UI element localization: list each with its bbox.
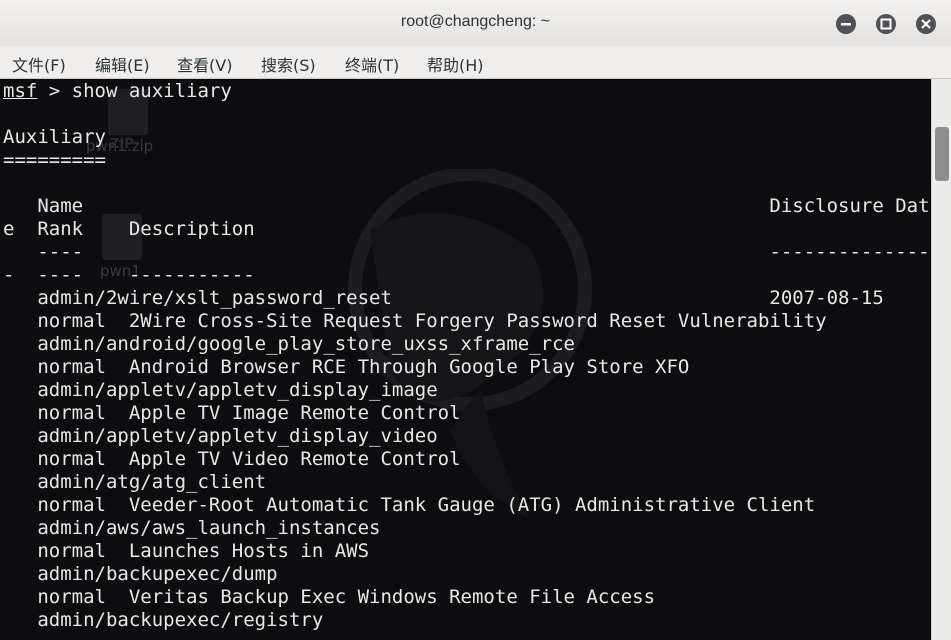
close-icon [921,19,931,29]
prompt: msf [3,80,38,102]
vertical-scrollbar[interactable] [931,79,951,640]
terminal-line: normal Launches Hosts in AWS [3,540,370,562]
terminal-line: admin/atg/atg_client [3,471,267,493]
terminal-line: normal 2Wire Cross-Site Request Forgery … [3,310,827,332]
menu-help[interactable]: 帮助(H) [427,52,484,76]
close-button[interactable] [916,14,936,34]
terminal-line: admin/android/google_play_store_uxss_xfr… [3,333,575,355]
menu-search[interactable]: 搜索(S) [261,52,316,76]
minimize-button[interactable] [836,14,856,34]
menu-view[interactable]: 查看(V) [177,52,232,76]
terminal-line: admin/backupexec/dump [3,563,278,585]
terminal-line: normal Veeder-Root Automatic Tank Gauge … [3,494,816,516]
scrollbar-thumb[interactable] [935,127,949,181]
terminal-line: admin/appletv/appletv_display_image [3,379,438,401]
terminal-line: admin/backupexec/registry [3,609,324,631]
terminal-output[interactable]: ZIP pwn1.zip pwn1 msf > show auxiliary A… [0,79,931,640]
terminal-line: normal Veritas Backup Exec Windows Remot… [3,586,656,608]
terminal-line: admin/2wire/xslt_password_reset 2007-08-… [3,287,884,309]
zip-badge: ZIP [110,137,134,152]
terminal-line: - ---- ----------- [3,264,255,286]
prompt-line: msf > show auxiliary [3,80,232,103]
terminal-line: ========= [3,149,106,171]
terminal-line: Name Disclosure Dat [3,195,930,217]
menu-terminal[interactable]: 终端(T) [345,52,399,76]
menu-bar: 文件(F) 编辑(E) 查看(V) 搜索(S) 终端(T) 帮助(H) [0,46,951,79]
maximize-icon [880,18,892,30]
maximize-button[interactable] [876,14,896,34]
terminal-line: admin/appletv/appletv_display_video [3,425,438,447]
menu-file[interactable]: 文件(F) [12,52,66,76]
terminal-line: e Rank Description [3,218,255,240]
terminal-line: normal Android Browser RCE Through Googl… [3,356,690,378]
window-title: root@changcheng: ~ [400,13,551,30]
title-bar[interactable]: root@changcheng: ~ [0,0,951,47]
minimize-icon [841,23,851,26]
command-text: > show auxiliary [37,80,232,102]
terminal-line: ---- -------------- [3,241,930,263]
terminal-line: normal Apple TV Image Remote Control [3,402,461,424]
menu-edit[interactable]: 编辑(E) [95,52,150,76]
terminal-line: normal Apple TV Video Remote Control [3,448,461,470]
terminal-line: admin/aws/aws_launch_instances [3,517,381,539]
terminal-line: Auxiliary [3,126,106,148]
